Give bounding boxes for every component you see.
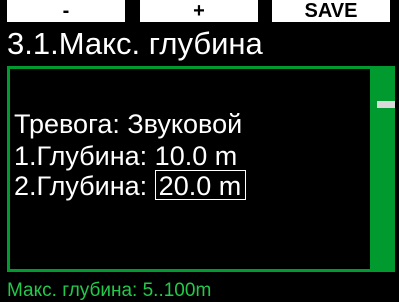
save-button[interactable]: SAVE	[272, 0, 390, 22]
alarm-setting-row[interactable]: Тревога: Звуковой	[14, 108, 242, 140]
depth2-setting-row[interactable]: 2.Глубина: 20.0 m	[14, 170, 247, 202]
depth1-setting-row[interactable]: 1.Глубина: 10.0 m	[14, 140, 237, 172]
depth1-label: 1.Глубина:	[14, 141, 148, 171]
scrollbar[interactable]	[373, 66, 395, 272]
scroll-thumb[interactable]	[377, 101, 395, 108]
depth2-label: 2.Глубина:	[14, 171, 148, 201]
decrease-button[interactable]: -	[7, 0, 125, 22]
range-hint: Макс. глубина: 5..100m	[7, 280, 212, 301]
alarm-label: Тревога:	[14, 109, 120, 139]
alarm-value[interactable]: Звуковой	[127, 109, 242, 139]
depth2-value-selected[interactable]: 20.0 m	[154, 170, 247, 201]
increase-button[interactable]: +	[140, 0, 258, 22]
depth1-value[interactable]: 10.0 m	[155, 141, 238, 171]
page-title: 3.1.Макс. глубина	[7, 26, 263, 61]
